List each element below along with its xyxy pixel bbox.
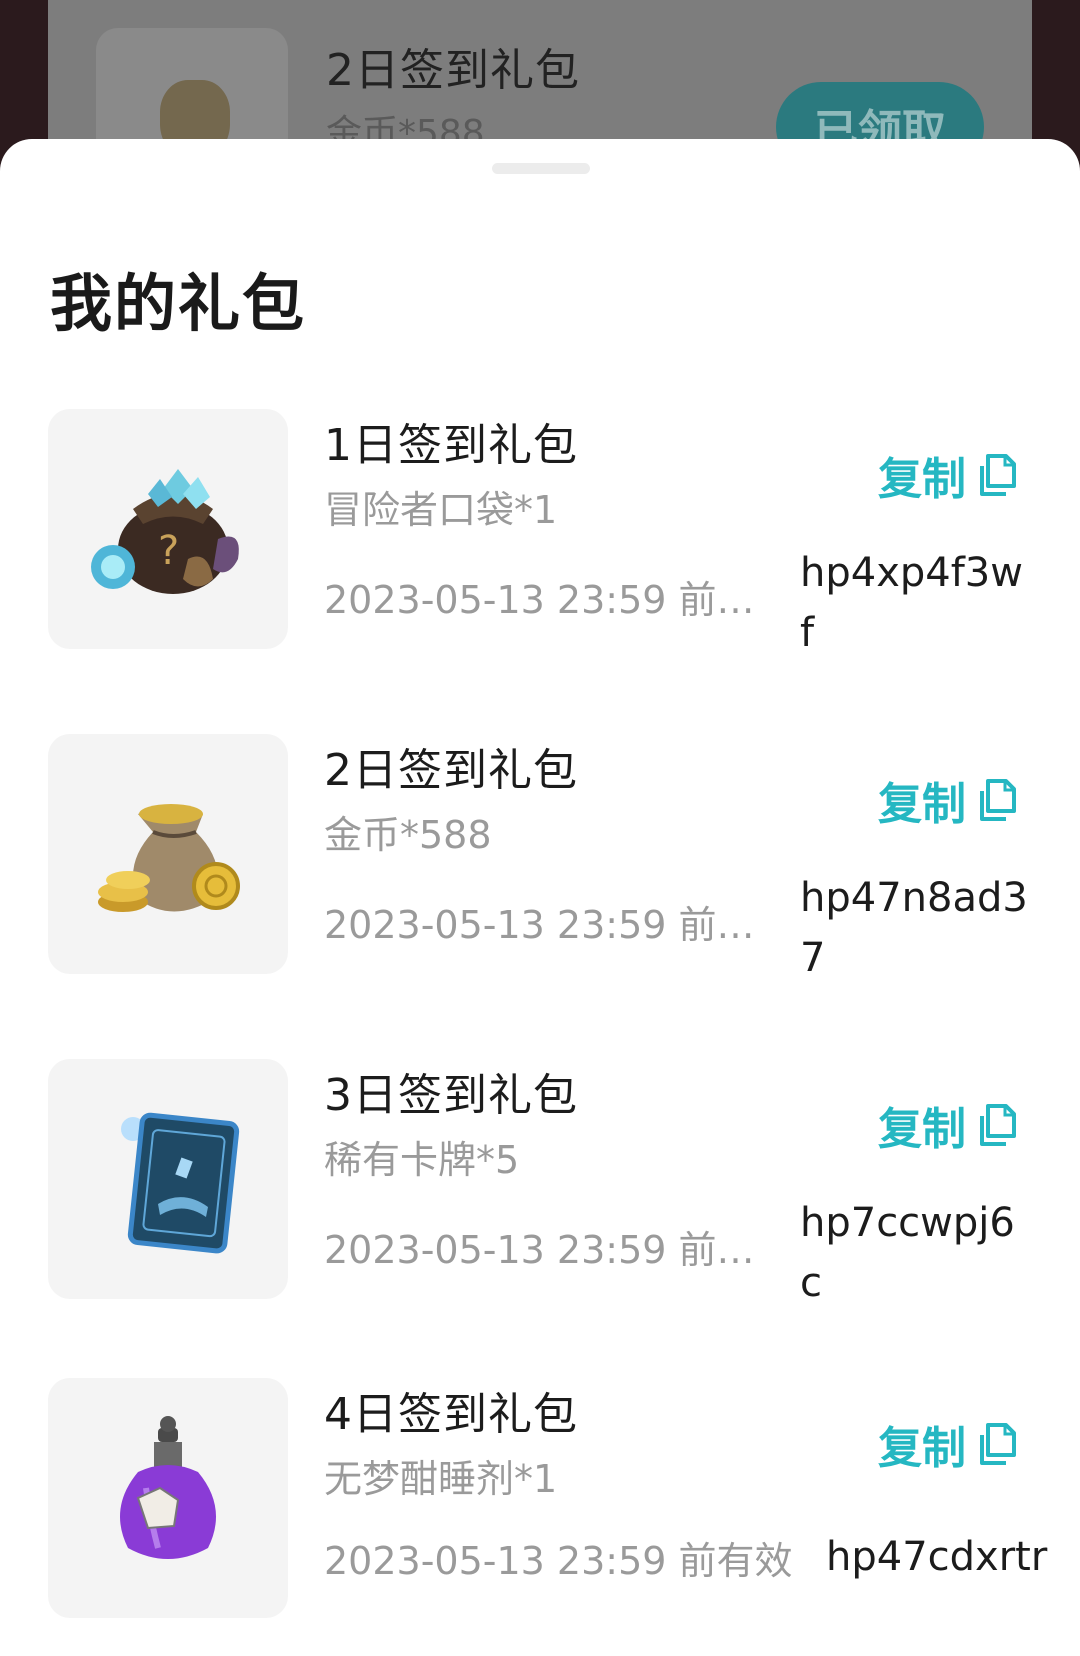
- copy-label: 复制: [878, 1104, 966, 1155]
- copy-icon: [980, 454, 1016, 496]
- coin-bag-icon: [98, 804, 240, 912]
- copy-icon: [980, 779, 1016, 821]
- gift-thumbnail: [48, 1059, 288, 1299]
- gift-content: 冒险者口袋*1: [324, 488, 558, 532]
- copy-label: 复制: [878, 454, 966, 505]
- gift-content: 无梦酣睡剂*1: [324, 1457, 558, 1501]
- rare-card-icon: [121, 1112, 240, 1254]
- gift-code[interactable]: hp47cdxrtr: [826, 1530, 1066, 1584]
- copy-icon: [980, 1104, 1016, 1146]
- adventurer-pouch-icon: ?: [91, 469, 239, 594]
- gift-expiry: 2023-05-13 23:59 前有效: [324, 578, 760, 622]
- background-gift-title: 2日签到礼包: [326, 45, 580, 96]
- copy-button[interactable]: 复制: [878, 1093, 1020, 1157]
- copy-label: 复制: [878, 779, 966, 830]
- gift-name: 1日签到礼包: [324, 420, 578, 471]
- gift-thumbnail: [48, 734, 288, 974]
- gift-expiry: 2023-05-13 23:59 前有效: [324, 1228, 760, 1272]
- gift-name: 2日签到礼包: [324, 745, 578, 796]
- copy-button[interactable]: 复制: [878, 443, 1020, 507]
- sheet-drag-handle[interactable]: [492, 163, 590, 174]
- gift-code[interactable]: hp4xp4f3wf: [800, 543, 1030, 663]
- my-gifts-sheet: 我的礼包 ? 1日签到礼包 冒险者口袋*1 2023-05-13 23:59 前…: [0, 139, 1080, 1656]
- gift-list-item: ? 1日签到礼包 冒险者口袋*1 2023-05-13 23:59 前有效 复制…: [0, 409, 1080, 656]
- gift-list-item: 2日签到礼包 金币*588 2023-05-13 23:59 前有效 复制 hp…: [0, 734, 1080, 981]
- gift-content: 稀有卡牌*5: [324, 1138, 520, 1182]
- gift-thumbnail: [48, 1378, 288, 1618]
- gift-name: 3日签到礼包: [324, 1070, 578, 1121]
- gift-code[interactable]: hp7ccwpj6c: [800, 1193, 1030, 1313]
- gift-thumbnail: ?: [48, 409, 288, 649]
- gift-content: 金币*588: [324, 813, 492, 857]
- gift-list-item: 3日签到礼包 稀有卡牌*5 2023-05-13 23:59 前有效 复制 hp…: [0, 1059, 1080, 1306]
- gift-expiry: 2023-05-13 23:59 前有效: [324, 1539, 793, 1583]
- copy-button[interactable]: 复制: [878, 768, 1020, 832]
- gift-code[interactable]: hp47n8ad37: [800, 868, 1030, 988]
- potion-bottle-icon: [120, 1416, 216, 1559]
- copy-button[interactable]: 复制: [878, 1412, 1020, 1476]
- svg-text:?: ?: [158, 528, 179, 574]
- gift-expiry: 2023-05-13 23:59 前有效: [324, 903, 760, 947]
- sheet-title: 我的礼包: [50, 267, 307, 340]
- copy-icon: [980, 1423, 1016, 1465]
- copy-label: 复制: [878, 1423, 966, 1474]
- gift-name: 4日签到礼包: [324, 1389, 578, 1440]
- gift-list-item: 4日签到礼包 无梦酣睡剂*1 2023-05-13 23:59 前有效 复制 h…: [0, 1378, 1080, 1618]
